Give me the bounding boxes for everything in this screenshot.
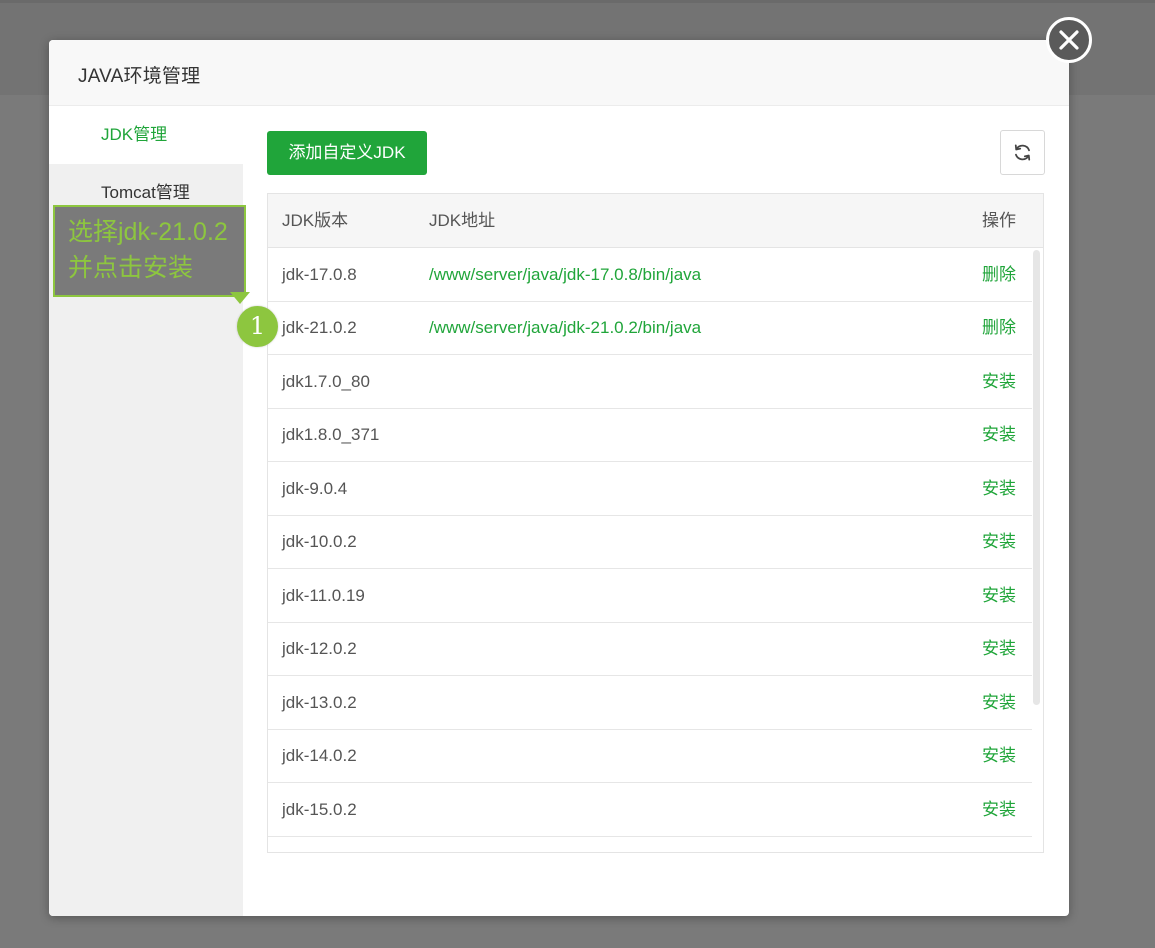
jdk-version: jdk-21.0.2 bbox=[282, 318, 357, 337]
install-link[interactable]: 安装 bbox=[982, 569, 1016, 622]
delete-link[interactable]: 删除 bbox=[982, 301, 1016, 354]
refresh-icon bbox=[1014, 144, 1031, 161]
table-row: jdk-15.0.2 安装 bbox=[268, 783, 1032, 837]
refresh-button[interactable] bbox=[1000, 130, 1045, 175]
table-row: jdk-11.0.19 安装 bbox=[268, 569, 1032, 623]
install-link[interactable]: 安装 bbox=[982, 355, 1016, 408]
install-link[interactable]: 安装 bbox=[982, 729, 1016, 782]
jdk-version: jdk-15.0.2 bbox=[282, 800, 357, 819]
column-header-path: JDK地址 bbox=[429, 211, 496, 230]
dialog-title: JAVA环境管理 bbox=[78, 66, 201, 87]
jdk-path: /www/server/java/jdk-21.0.2/bin/java bbox=[429, 318, 702, 337]
dialog-header: JAVA环境管理 bbox=[49, 40, 1069, 106]
jdk-version: jdk-12.0.2 bbox=[282, 639, 357, 658]
jdk-table: JDK版本 JDK地址 操作 jdk-17.0.8 /www/server/ja… bbox=[267, 193, 1044, 853]
jdk-version: jdk-9.0.4 bbox=[282, 479, 348, 498]
jdk-version: jdk-13.0.2 bbox=[282, 693, 357, 712]
install-link[interactable]: 安装 bbox=[982, 462, 1016, 515]
annotation-pointer bbox=[230, 292, 250, 304]
jdk-version: jdk1.8.0_371 bbox=[282, 425, 380, 444]
jdk-version: jdk1.7.0_80 bbox=[282, 372, 370, 391]
column-header-op: 操作 bbox=[982, 211, 1016, 230]
install-link[interactable]: 安装 bbox=[982, 676, 1016, 729]
column-header-version: JDK版本 bbox=[282, 211, 349, 230]
annotation-line-2: 并点击安装 bbox=[68, 254, 194, 282]
jdk-version: jdk-11.0.19 bbox=[282, 586, 365, 605]
close-icon bbox=[1059, 30, 1079, 50]
jdk-version: jdk-10.0.2 bbox=[282, 532, 357, 551]
install-link[interactable]: 安装 bbox=[982, 408, 1016, 461]
delete-link[interactable]: 删除 bbox=[982, 248, 1016, 301]
table-header: JDK版本 JDK地址 操作 bbox=[268, 194, 1043, 248]
table-row: jdk-21.0.2 /www/server/java/jdk-21.0.2/b… bbox=[268, 301, 1032, 355]
java-env-dialog: JAVA环境管理 JDK管理 Tomcat管理 添加自定义JDK JDK版本 J… bbox=[49, 40, 1069, 916]
jdk-version: jdk-14.0.2 bbox=[282, 746, 357, 765]
annotation-line-1: 选择jdk-21.0.2 bbox=[68, 218, 228, 246]
table-row: jdk1.8.0_371 安装 bbox=[268, 408, 1032, 462]
table-row: jdk1.7.0_80 安装 bbox=[268, 355, 1032, 409]
table-row: jdk-10.0.2 安装 bbox=[268, 515, 1032, 569]
add-custom-jdk-button[interactable]: 添加自定义JDK bbox=[267, 131, 427, 175]
table-scrollbar[interactable] bbox=[1033, 250, 1040, 705]
table-row: jdk-12.0.2 安装 bbox=[268, 622, 1032, 676]
annotation-callout: 选择jdk-21.0.2 并点击安装 bbox=[53, 205, 246, 297]
table-row: jdk-13.0.2 安装 bbox=[268, 676, 1032, 730]
install-link[interactable]: 安装 bbox=[982, 783, 1016, 836]
table-row: jdk-14.0.2 安装 bbox=[268, 729, 1032, 783]
jdk-version: jdk-17.0.8 bbox=[282, 265, 357, 284]
install-link[interactable]: 安装 bbox=[982, 622, 1016, 675]
table-row: jdk-17.0.8 /www/server/java/jdk-17.0.8/b… bbox=[268, 248, 1032, 302]
sidebar-item-jdk[interactable]: JDK管理 bbox=[49, 106, 243, 164]
jdk-path: /www/server/java/jdk-17.0.8/bin/java bbox=[429, 265, 702, 284]
table-row: jdk-9.0.4 安装 bbox=[268, 462, 1032, 516]
close-button[interactable] bbox=[1046, 17, 1092, 63]
install-link[interactable]: 安装 bbox=[982, 515, 1016, 568]
step-number-badge: 1 bbox=[237, 306, 278, 347]
